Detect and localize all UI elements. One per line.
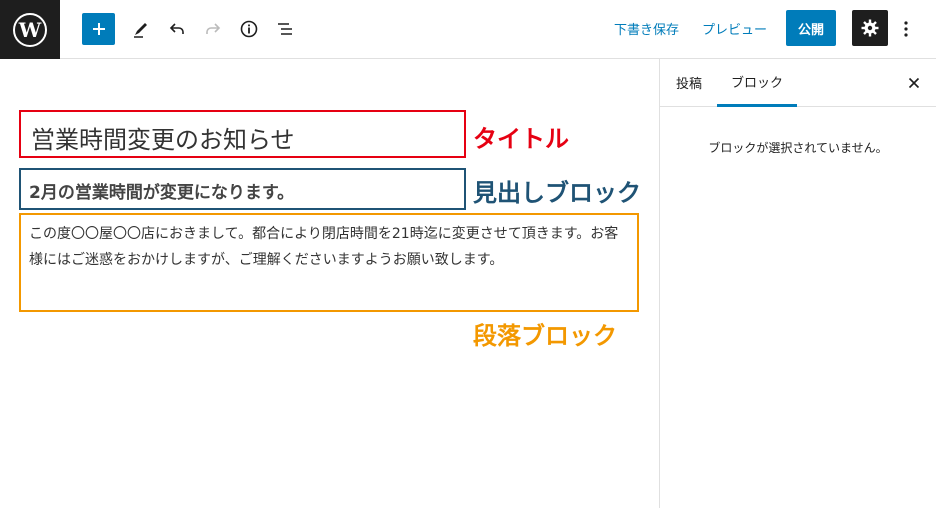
settings-sidebar: 投稿 ブロック ブロックが選択されていません。 bbox=[659, 59, 936, 508]
list-view-button[interactable] bbox=[268, 12, 302, 46]
paragraph-text[interactable]: この度〇〇屋〇〇店におきまして。都合により閉店時間を21時迄に変更させて頂きます… bbox=[29, 221, 627, 273]
save-draft-button[interactable]: 下書き保存 bbox=[614, 19, 679, 38]
plus-icon bbox=[92, 23, 105, 35]
no-block-selected-message: ブロックが選択されていません。 bbox=[708, 141, 888, 155]
more-vertical-icon bbox=[904, 21, 908, 37]
tools-button[interactable] bbox=[124, 12, 158, 46]
gear-icon bbox=[861, 19, 879, 37]
publish-button[interactable]: 公開 bbox=[786, 10, 836, 46]
details-button[interactable] bbox=[232, 12, 266, 46]
heading-text[interactable]: 2月の営業時間が変更になります。 bbox=[29, 178, 294, 203]
pencil-icon bbox=[134, 23, 147, 38]
heading-annotation: 見出しブロック bbox=[473, 179, 641, 207]
preview-button[interactable]: プレビュー bbox=[702, 19, 767, 38]
paragraph-block[interactable]: この度〇〇屋〇〇店におきまして。都合により閉店時間を21時迄に変更させて頂きます… bbox=[19, 213, 639, 312]
title-annotation: タイトル bbox=[473, 125, 569, 153]
close-sidebar-button[interactable] bbox=[902, 71, 926, 95]
add-block-button[interactable] bbox=[82, 13, 115, 45]
heading-block[interactable]: 2月の営業時間が変更になります。 bbox=[19, 168, 466, 210]
redo-button[interactable] bbox=[196, 12, 230, 46]
redo-icon bbox=[206, 23, 221, 34]
editor-toolbar: W 下書き保存 プレビュー 公開 bbox=[0, 0, 936, 59]
post-title-block[interactable]: 営業時間変更のお知らせ bbox=[19, 110, 466, 158]
undo-button[interactable] bbox=[160, 12, 194, 46]
tab-block[interactable]: ブロック bbox=[717, 59, 798, 107]
info-icon bbox=[240, 20, 258, 38]
settings-button[interactable] bbox=[852, 10, 888, 46]
more-options-button[interactable] bbox=[896, 13, 916, 45]
sidebar-tabs: 投稿 ブロック bbox=[660, 59, 936, 107]
svg-text:W: W bbox=[18, 18, 42, 42]
undo-icon bbox=[169, 23, 184, 34]
close-icon bbox=[908, 77, 920, 89]
editor-canvas: 営業時間変更のお知らせ タイトル 2月の営業時間が変更になります。 見出しブロッ… bbox=[0, 59, 659, 508]
paragraph-annotation: 段落ブロック bbox=[473, 322, 617, 350]
wordpress-logo-icon[interactable]: W bbox=[0, 0, 60, 59]
post-title[interactable]: 営業時間変更のお知らせ bbox=[31, 120, 295, 155]
tab-post[interactable]: 投稿 bbox=[676, 59, 702, 106]
list-view-icon bbox=[278, 23, 292, 35]
